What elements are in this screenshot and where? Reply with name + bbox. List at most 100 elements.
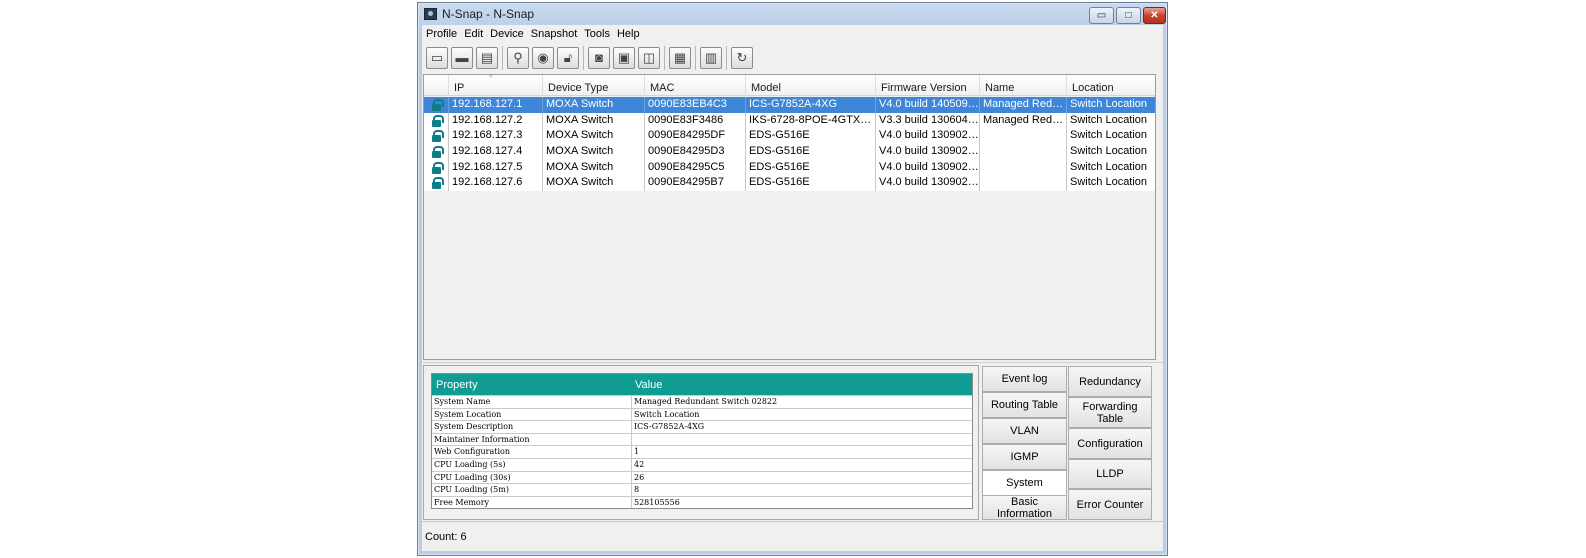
tab-redundancy[interactable]: Redundancy (1068, 366, 1152, 397)
device-table-body: 192.168.127.1 MOXA Switch 0090E83EB4C3 ICS-… (424, 97, 1155, 192)
tab-routing-table[interactable]: Routing Table (982, 392, 1067, 418)
network-globe-icon: ◉ (537, 50, 549, 65)
device-cell-ip: 192.168.127.5 (449, 159, 543, 176)
toolbar-separator (664, 45, 665, 70)
compare-snapshot-button[interactable]: ◫ (638, 46, 660, 69)
refresh-button[interactable]: ↻ (731, 46, 753, 69)
search-device-icon: ⚲ (513, 50, 523, 65)
property-value: 8 (634, 485, 640, 495)
toolbar-separator (583, 45, 584, 70)
device-cell-mac: 0090E83EB4C3 (645, 97, 746, 113)
camera-snapshot-button[interactable]: ◙ (588, 46, 610, 69)
lock-column-header[interactable] (424, 75, 449, 96)
device-cell-mac: 0090E83F3486 (645, 112, 746, 129)
device-cell-location: Switch Location (1070, 129, 1148, 142)
property-row[interactable]: System Location Switch Location (432, 407, 972, 421)
property-row[interactable]: System Description ICS-G7852A-4XG (432, 420, 972, 433)
device-cell-location: Switch Location (1070, 160, 1148, 173)
padlock-icon (431, 161, 444, 174)
column-header-device-type[interactable]: Device Type (543, 75, 645, 96)
search-device-button[interactable]: ⚲ (507, 46, 529, 69)
toolbar-separator (695, 45, 696, 70)
close-button[interactable]: ✕ (1143, 7, 1166, 24)
tab-igmp[interactable]: IGMP (982, 444, 1067, 470)
network-globe-button[interactable]: ◉ (532, 46, 554, 69)
device-cell-ip: 192.168.127.6 (449, 175, 543, 192)
device-cell-type: MOXA Switch (543, 175, 645, 192)
device-row[interactable]: 192.168.127.1 MOXA Switch 0090E83EB4C3 ICS-… (424, 97, 1155, 113)
padlock-icon (431, 177, 444, 190)
menu-profile[interactable]: Profile (422, 28, 460, 40)
column-header-label: Name (985, 82, 1015, 94)
device-cell-firmware: V4.0 build 13090210 (876, 144, 980, 160)
tab-configuration[interactable]: Configuration (1068, 428, 1152, 459)
property-table-body: System Name Managed Redundant Switch 0282… (432, 395, 972, 509)
tab-error-counter[interactable]: Error Counter (1068, 489, 1152, 520)
device-row[interactable]: 192.168.127.3 MOXA Switch 0090E84295DF EDS-… (424, 128, 1155, 145)
title-bar[interactable]: N-Snap - N-Snap ▭ □ ✕ (418, 3, 1167, 25)
device-cell-location: Switch Location (1070, 113, 1148, 126)
report-button[interactable]: ▦ (669, 46, 691, 69)
property-key: Web Configuration (432, 446, 632, 458)
property-value: 528105556 (634, 497, 680, 507)
column-header-label: Firmware Version (881, 82, 967, 94)
open-folder-button[interactable]: ▬ (451, 46, 473, 69)
device-row[interactable]: 192.168.127.2 MOXA Switch 0090E83F3486 IKS-… (424, 112, 1155, 129)
lock-button[interactable]: 🔓︎ (557, 46, 579, 69)
column-header-label: IP (454, 82, 465, 94)
tab-event-log[interactable]: Event log (982, 366, 1067, 392)
menu-tools[interactable]: Tools (580, 28, 613, 40)
device-cell-name (980, 159, 1067, 176)
tab-vlan[interactable]: VLAN (982, 418, 1067, 444)
column-header-location[interactable]: Location (1067, 75, 1155, 96)
maximize-button[interactable]: □ (1116, 7, 1141, 24)
tab-system[interactable]: System (982, 470, 1067, 496)
menu-device[interactable]: Device (486, 28, 527, 40)
property-row[interactable]: CPU Loading (5s) 42 (432, 457, 972, 471)
minimize-button[interactable]: ▭ (1089, 7, 1114, 24)
padlock-icon (431, 114, 444, 127)
column-header-name[interactable]: Name (980, 75, 1067, 96)
device-row[interactable]: 192.168.127.6 MOXA Switch 0090E84295B7 EDS-… (424, 175, 1155, 192)
menu-edit[interactable]: Edit (460, 28, 486, 40)
save-disk-button[interactable]: ▤ (476, 46, 498, 69)
property-row[interactable]: CPU Loading (5m) 8 (432, 483, 972, 496)
device-row[interactable]: 192.168.127.4 MOXA Switch 0090E84295D3 EDS-… (424, 144, 1155, 160)
column-header-model[interactable]: Model (746, 75, 876, 96)
padlock-icon (431, 130, 444, 143)
column-header-ip[interactable]: IP ^ (449, 75, 543, 96)
value-column-header[interactable]: Value (635, 379, 662, 391)
property-key: Maintainer Information (432, 433, 632, 446)
device-cell-type: MOXA Switch (543, 128, 645, 145)
padlock-icon (431, 98, 444, 111)
device-cell-name (980, 128, 1067, 145)
property-value: 1 (634, 447, 640, 457)
menu-snapshot[interactable]: Snapshot (527, 28, 580, 40)
tab-lldp[interactable]: LLDP (1068, 459, 1152, 489)
device-cell-model: IKS-6728-8POE-4GTXSFP-T (746, 112, 876, 129)
device-cell-name: Managed Redund... (980, 112, 1067, 129)
menu-help[interactable]: Help (613, 28, 643, 40)
column-header-firmware-version[interactable]: Firmware Version (876, 75, 980, 96)
status-bar: Count: 6 (422, 521, 1163, 551)
property-row[interactable]: CPU Loading (30s) 26 (432, 470, 972, 484)
search-document-button[interactable]: ▣ (613, 46, 635, 69)
property-value: 42 (634, 459, 645, 469)
property-row[interactable]: Maintainer Information (432, 432, 972, 446)
new-profile-button[interactable]: ▭ (426, 46, 448, 69)
device-cell-location: Switch Location (1070, 176, 1148, 189)
property-column-header[interactable]: Property (432, 379, 635, 391)
device-cell-firmware: V4.0 build 13090210 (876, 128, 980, 145)
column-header-mac[interactable]: MAC (645, 75, 746, 96)
property-row[interactable]: Web Configuration 1 (432, 445, 972, 458)
property-row[interactable]: Free Memory 528105556 (432, 495, 972, 509)
property-panel: Property Value System Name Managed Redund… (423, 365, 979, 520)
tab-forwarding-table[interactable]: Forwarding Table (1068, 397, 1152, 428)
save-disk-icon: ▤ (480, 50, 494, 65)
property-row[interactable]: System Name Managed Redundant Switch 0282… (432, 395, 972, 408)
column-header-label: MAC (650, 82, 675, 94)
property-key: CPU Loading (5s) (432, 458, 632, 471)
export-button[interactable]: ▥ (700, 46, 722, 69)
tab-basic-information[interactable]: Basic Information (982, 495, 1067, 520)
device-row[interactable]: 192.168.127.5 MOXA Switch 0090E84295C5 EDS-… (424, 159, 1155, 176)
